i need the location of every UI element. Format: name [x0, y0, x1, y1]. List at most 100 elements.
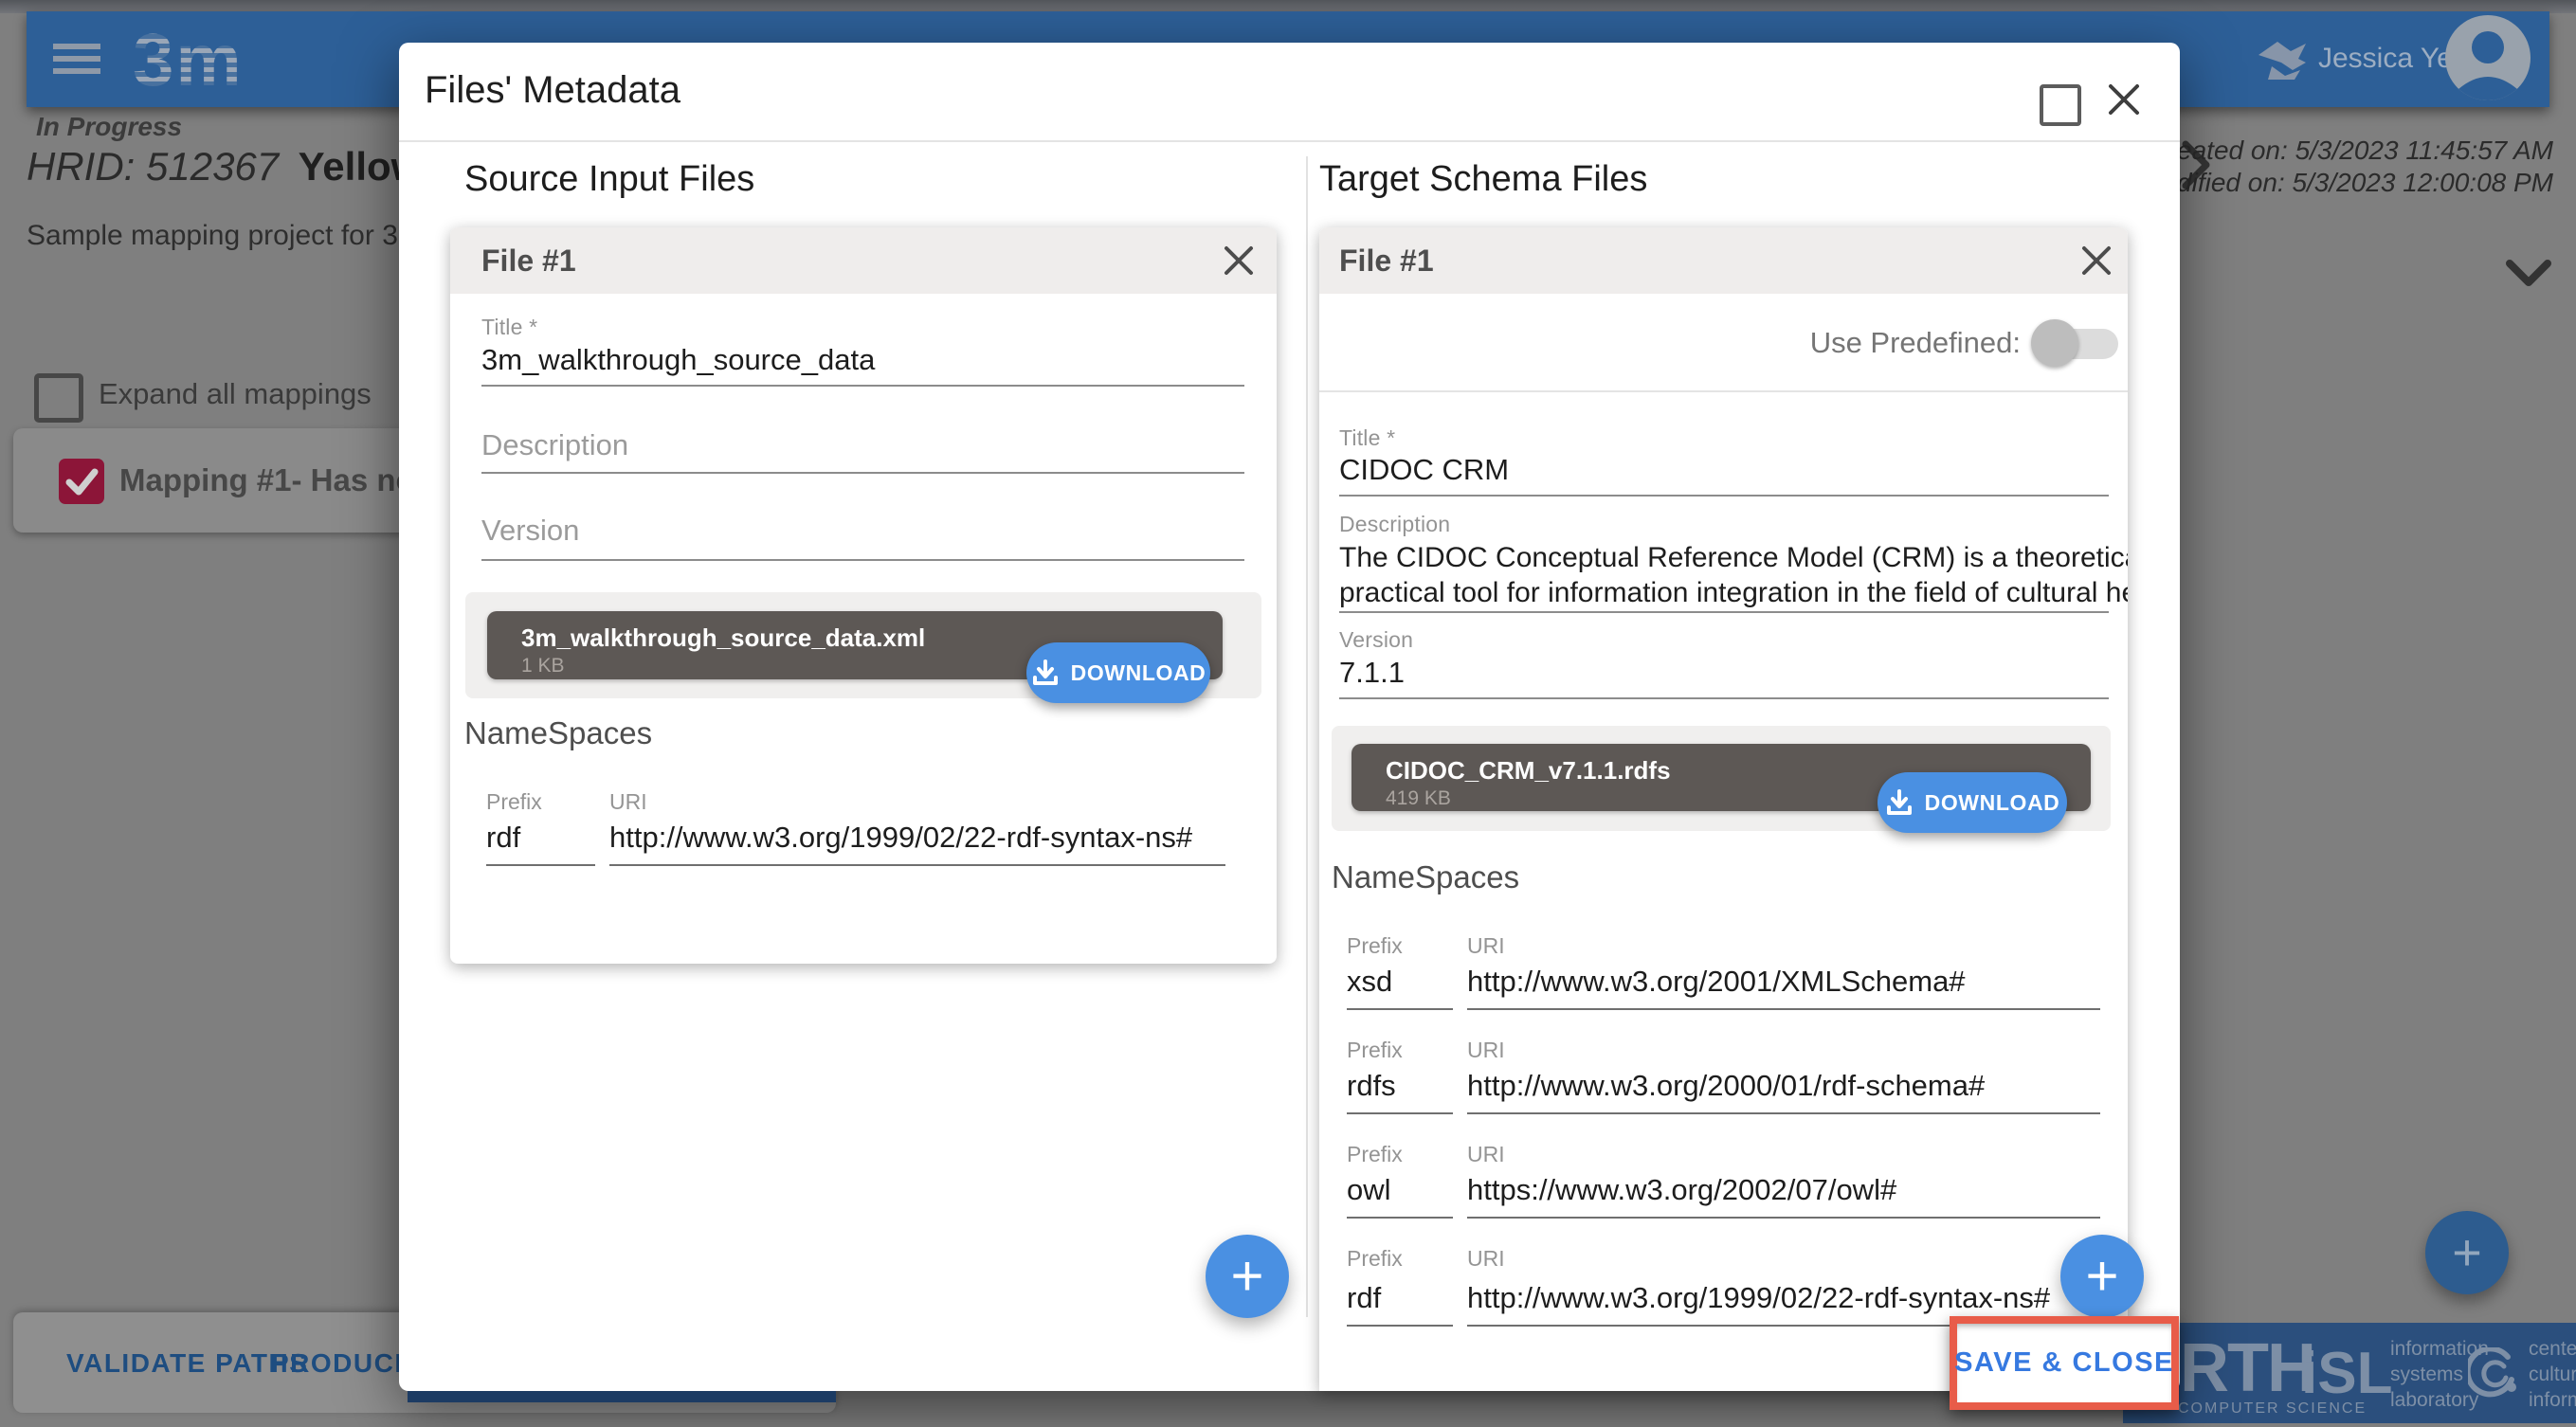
- source-file-card: File #1 Title * 3m_walkthrough_source_da…: [450, 227, 1277, 964]
- save-close-label: SAVE & CLOSE: [1954, 1347, 2174, 1379]
- target-ns-prefix-input[interactable]: rdfs: [1347, 1069, 1396, 1103]
- source-ns-prefix-label: Prefix: [486, 789, 542, 815]
- target-description-input[interactable]: The CIDOC Conceptual Reference Model (CR…: [1339, 540, 2109, 610]
- source-title-label: Title *: [481, 315, 537, 340]
- toggle-knob: [2031, 319, 2078, 367]
- target-ns-prefix-underline: [1347, 1008, 1453, 1010]
- cci-line: informatics: [2529, 1387, 2576, 1413]
- cci-text: center of cultural informatics: [2529, 1336, 2576, 1413]
- background-add-button[interactable]: +: [2425, 1211, 2509, 1294]
- source-title-underline: [481, 385, 1244, 387]
- user-name[interactable]: Jessica Ye: [2318, 43, 2453, 75]
- menu-icon[interactable]: [53, 42, 100, 76]
- target-ns-uri-input[interactable]: http://www.w3.org/2000/01/rdf-schema#: [1467, 1069, 1985, 1103]
- expand-all-checkbox[interactable]: [34, 373, 83, 423]
- target-description-underline: [1339, 611, 2109, 613]
- target-ns-prefix-label: Prefix: [1347, 1038, 1403, 1063]
- target-ns-prefix-label: Prefix: [1347, 1142, 1403, 1167]
- source-ns-uri-input[interactable]: http://www.w3.org/1999/02/22-rdf-syntax-…: [609, 821, 1192, 855]
- dialog-close-icon[interactable]: [2103, 79, 2141, 117]
- target-ns-prefix-label: Prefix: [1347, 1246, 1403, 1272]
- target-title-input[interactable]: CIDOC CRM: [1339, 453, 1509, 487]
- target-ns-prefix-underline: [1347, 1217, 1453, 1219]
- cci-line: cultural: [2529, 1362, 2576, 1387]
- cci-line: center of: [2529, 1336, 2576, 1362]
- target-ns-prefix-input[interactable]: owl: [1347, 1173, 1391, 1207]
- files-metadata-dialog: Files' Metadata Source Input Files Targe…: [399, 43, 2180, 1391]
- download-icon: [1885, 788, 1914, 817]
- target-file-card: File #1 Use Predefined: Title * CIDOC CR…: [1319, 227, 2128, 1391]
- app-logo[interactable]: 3m: [133, 17, 275, 100]
- title-divider: [399, 140, 2180, 142]
- timestamps: Created on: 5/3/2023 11:45:57 AM Modifie…: [2140, 135, 2553, 199]
- footer-bar: RTH COMPUTER SCIENCE iSL information sys…: [2123, 1323, 2576, 1423]
- target-namespaces-heading: NameSpaces: [1332, 859, 1519, 895]
- project-status: In Progress: [36, 112, 182, 142]
- target-file-chip: CIDOC_CRM_v7.1.1.rdfs 419 KB DOWNLOAD: [1332, 726, 2111, 831]
- mapping-checkbox[interactable]: [59, 459, 104, 504]
- source-ns-uri-underline: [609, 864, 1225, 866]
- avatar[interactable]: [2445, 15, 2531, 100]
- target-ns-uri-underline: [1467, 1217, 2100, 1219]
- source-file-size: 1 KB: [521, 655, 565, 677]
- target-file-name: CIDOC_CRM_v7.1.1.rdfs: [1386, 756, 1671, 786]
- target-card-title: File #1: [1339, 244, 1434, 279]
- target-description-line2: practical tool for information integrati…: [1339, 575, 2109, 610]
- origami-bird-icon[interactable]: [2253, 38, 2310, 87]
- source-add-namespace-button[interactable]: +: [1206, 1235, 1289, 1318]
- chevron-down-icon[interactable]: [2506, 258, 2551, 288]
- use-predefined-toggle[interactable]: [2031, 317, 2120, 369]
- target-ns-prefix-input[interactable]: rdf: [1347, 1281, 1381, 1315]
- target-file-size: 419 KB: [1386, 787, 1451, 810]
- source-card-close-icon[interactable]: [1220, 242, 1258, 280]
- target-ns-uri-label: URI: [1467, 1246, 1505, 1272]
- target-ns-uri-input[interactable]: https://www.w3.org/2002/07/owl#: [1467, 1173, 1896, 1207]
- target-ns-uri-input[interactable]: http://www.w3.org/1999/02/22-rdf-syntax-…: [1467, 1281, 2050, 1315]
- target-download-button[interactable]: DOWNLOAD: [1878, 772, 2067, 833]
- created-on: Created on: 5/3/2023 11:45:57 AM: [2140, 135, 2553, 167]
- source-title-input[interactable]: 3m_walkthrough_source_data: [481, 343, 875, 377]
- target-ns-prefix-underline: [1347, 1112, 1453, 1114]
- target-title-label: Title *: [1339, 425, 1395, 451]
- source-ns-uri-label: URI: [609, 789, 647, 815]
- target-add-namespace-button[interactable]: +: [2060, 1235, 2144, 1318]
- plus-icon: +: [2452, 1223, 2482, 1282]
- target-ns-prefix-label: Prefix: [1347, 933, 1403, 959]
- target-download-label: DOWNLOAD: [1925, 790, 2060, 816]
- predefined-divider: [1319, 390, 2128, 392]
- target-version-input[interactable]: 7.1.1: [1339, 656, 1405, 690]
- target-card-close-icon[interactable]: [2077, 242, 2115, 280]
- target-ns-prefix-input[interactable]: xsd: [1347, 965, 1392, 999]
- target-ns-uri-label: URI: [1467, 1142, 1505, 1167]
- source-file-chip: 3m_walkthrough_source_data.xml 1 KB DOWN…: [465, 592, 1261, 698]
- source-download-button[interactable]: DOWNLOAD: [1026, 642, 1210, 703]
- target-ns-prefix-underline: [1347, 1325, 1453, 1327]
- download-icon: [1031, 659, 1060, 687]
- target-description-label: Description: [1339, 512, 1450, 537]
- save-close-button[interactable]: SAVE & CLOSE: [1957, 1324, 2171, 1402]
- background-navy-strip: [408, 1391, 836, 1402]
- target-ns-uri-underline: [1467, 1008, 2100, 1010]
- target-version-label: Version: [1339, 627, 1413, 653]
- target-ns-uri-input[interactable]: http://www.w3.org/2001/XMLSchema#: [1467, 965, 1966, 999]
- modified-on: Modified on: 5/3/2023 12:00:08 PM: [2140, 167, 2553, 199]
- target-card-header: [1319, 227, 2128, 294]
- target-title-underline: [1339, 495, 2109, 497]
- target-ns-uri-label: URI: [1467, 933, 1505, 959]
- source-file-name: 3m_walkthrough_source_data.xml: [521, 623, 925, 653]
- maximize-icon[interactable]: [2040, 84, 2081, 126]
- source-namespaces-heading: NameSpaces: [464, 715, 652, 751]
- use-predefined-label: Use Predefined:: [1613, 326, 2021, 360]
- target-ns-uri-label: URI: [1467, 1038, 1505, 1063]
- source-description-input[interactable]: Description: [481, 428, 628, 462]
- project-hrid: HRID: 512367: [27, 144, 279, 189]
- source-card-title: File #1: [481, 244, 576, 279]
- target-files-heading: Target Schema Files: [1319, 159, 1647, 200]
- person-icon: [2445, 15, 2531, 100]
- source-version-input[interactable]: Version: [481, 514, 579, 548]
- save-close-highlight: SAVE & CLOSE: [1950, 1316, 2179, 1410]
- checkmark-icon: [59, 459, 104, 504]
- source-ns-prefix-input[interactable]: rdf: [486, 821, 520, 855]
- target-ns-uri-underline: [1467, 1112, 2100, 1114]
- isl-logo: iSL: [2301, 1340, 2392, 1407]
